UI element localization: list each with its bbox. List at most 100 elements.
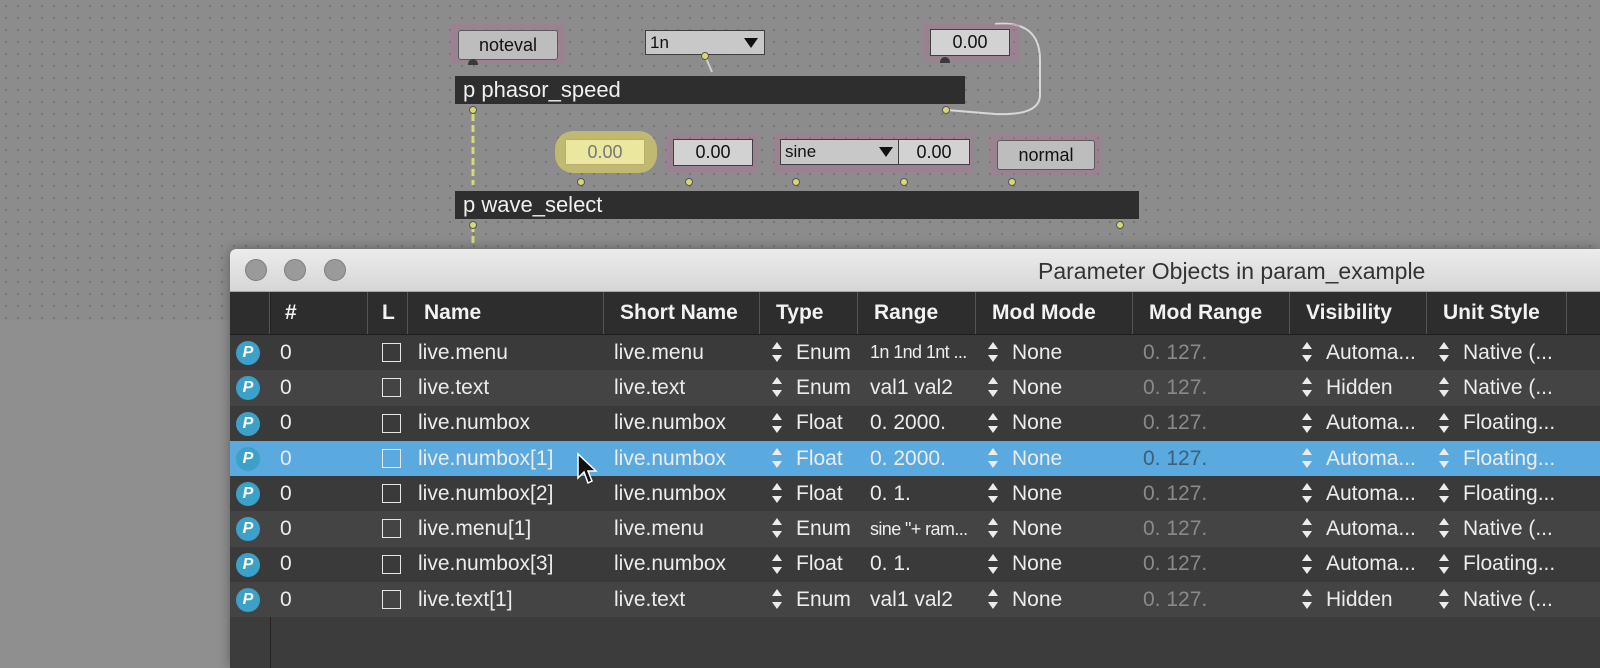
mid-outlet-dot (685, 178, 693, 186)
visibility-stepper-icon[interactable] (1302, 447, 1312, 469)
top-number-box[interactable]: 0.00 (930, 29, 1010, 56)
normal-outlet-dot (1008, 178, 1016, 186)
mod-mode-stepper-icon[interactable] (988, 376, 998, 398)
visibility-stepper-icon[interactable] (1302, 341, 1312, 363)
mod-mode-stepper-icon[interactable] (988, 482, 998, 504)
mod-mode-stepper-icon[interactable] (988, 588, 998, 610)
col-header-mod-range[interactable]: Mod Range (1133, 292, 1290, 334)
phasor-speed-subpatch[interactable]: p phasor_speed (455, 76, 965, 104)
yellow-number-box[interactable]: 0.00 (565, 139, 645, 165)
visibility-stepper-icon[interactable] (1302, 553, 1312, 575)
col-header-unit-style[interactable]: Unit Style (1427, 292, 1567, 334)
type-stepper-icon[interactable] (772, 412, 782, 434)
mid-number-box[interactable]: 0.00 (673, 139, 753, 166)
mod-mode-stepper-icon[interactable] (988, 447, 998, 469)
lock-checkbox[interactable] (382, 343, 401, 362)
cell-mod-mode: None (1012, 411, 1063, 435)
table-row[interactable]: P 0 live.numbox[2] live.numbox Float 0. 1. Non… (230, 476, 1600, 512)
cell-mod-range: 0. 127. (1143, 481, 1208, 505)
cell-range: 0. 1. (870, 552, 911, 576)
type-stepper-icon[interactable] (772, 376, 782, 398)
table-row[interactable]: P 0 live.menu live.menu Enum 1n 1nd 1nt ... No… (230, 335, 1600, 371)
unit-style-stepper-icon[interactable] (1439, 588, 1449, 610)
type-stepper-icon[interactable] (772, 341, 782, 363)
right-number-box[interactable]: 0.00 (898, 139, 970, 165)
cell-mod-range: 0. 127. (1143, 340, 1208, 364)
cell-name: live.numbox[1] (418, 446, 554, 470)
table-row[interactable]: P 0 live.numbox live.numbox Float 0. 2000. Non… (230, 405, 1600, 441)
cell-short-name: live.numbox (614, 411, 727, 435)
type-stepper-icon[interactable] (772, 553, 782, 575)
unit-style-stepper-icon[interactable] (1439, 553, 1449, 575)
col-header-icon[interactable] (230, 292, 270, 334)
col-header-mod-mode[interactable]: Mod Mode (976, 292, 1133, 334)
parameter-icon: P (236, 376, 260, 401)
table-row[interactable]: P 0 live.menu[1] live.menu Enum sine "+ ram..… (230, 511, 1600, 547)
wave-select-subpatch[interactable]: p wave_select (455, 191, 1139, 219)
cell-short-name: live.numbox (614, 481, 727, 505)
col-header-short-name[interactable]: Short Name (604, 292, 760, 334)
lock-checkbox[interactable] (382, 590, 401, 610)
table-row[interactable]: P 0 live.numbox[3] live.numbox Float 0. 1. Non… (230, 546, 1600, 583)
visibility-stepper-icon[interactable] (1302, 482, 1312, 504)
mouse-pointer-icon (577, 452, 598, 485)
cell-type: Float (796, 411, 843, 435)
col-header-name[interactable]: Name (408, 292, 604, 334)
mod-mode-stepper-icon[interactable] (988, 341, 998, 363)
cell-range: 0. 2000. (870, 411, 946, 435)
lock-checkbox[interactable] (382, 554, 401, 574)
cell-number: 0 (280, 375, 292, 399)
col-header-type[interactable]: Type (760, 292, 858, 334)
waveform-menu[interactable]: sine (780, 139, 900, 165)
cell-name: live.menu (418, 340, 508, 364)
visibility-stepper-icon[interactable] (1302, 517, 1312, 539)
lock-checkbox[interactable] (382, 448, 401, 468)
unit-style-stepper-icon[interactable] (1439, 376, 1449, 398)
col-header-lock[interactable]: L (368, 292, 408, 334)
col-header-range[interactable]: Range (858, 292, 976, 334)
col-header-visibility[interactable]: Visibility (1290, 292, 1427, 334)
noteval-message[interactable]: noteval (458, 30, 558, 60)
cell-type: Enum (796, 340, 851, 364)
cell-range: sine "+ ram... (870, 518, 968, 539)
unit-style-stepper-icon[interactable] (1439, 482, 1449, 504)
zoom-window-button[interactable] (324, 259, 346, 281)
table-row[interactable]: P 0 live.text live.text Enum val1 val2 None 0. … (230, 370, 1600, 406)
cell-number: 0 (280, 552, 292, 576)
table-row[interactable]: P 0 live.numbox[1] live.numbox Float 0. 2000.… (230, 440, 1600, 477)
noteval-outlet (468, 59, 478, 65)
mod-mode-stepper-icon[interactable] (988, 412, 998, 434)
visibility-stepper-icon[interactable] (1302, 588, 1312, 610)
unit-style-stepper-icon[interactable] (1439, 341, 1449, 363)
unit-style-stepper-icon[interactable] (1439, 412, 1449, 434)
lock-checkbox[interactable] (382, 484, 401, 504)
wave-select-right-outlet-dot (1116, 221, 1124, 229)
cell-visibility: Automa... (1326, 481, 1416, 505)
table-row[interactable]: P 0 live.text[1] live.text Enum val1 val2 None… (230, 582, 1600, 618)
cell-mod-range: 0. 127. (1143, 552, 1208, 576)
cell-unit-style: Native (... (1463, 587, 1553, 611)
type-stepper-icon[interactable] (772, 447, 782, 469)
lock-checkbox[interactable] (382, 378, 401, 398)
close-window-button[interactable] (245, 259, 267, 281)
lock-checkbox[interactable] (382, 519, 401, 539)
parameter-objects-window[interactable]: Parameter Objects in param_example # L N… (230, 249, 1600, 668)
unit-style-stepper-icon[interactable] (1439, 447, 1449, 469)
type-stepper-icon[interactable] (772, 588, 782, 610)
lock-checkbox[interactable] (382, 413, 401, 433)
cell-type: Enum (796, 587, 851, 611)
minimize-window-button[interactable] (284, 259, 306, 281)
menu-outlet-dot (701, 52, 709, 60)
col-header-extra[interactable] (1567, 292, 1600, 334)
type-stepper-icon[interactable] (772, 517, 782, 539)
normal-message[interactable]: normal (997, 140, 1095, 170)
mod-mode-stepper-icon[interactable] (988, 553, 998, 575)
cell-mod-range: 0. 127. (1143, 375, 1208, 399)
col-header-number[interactable]: # (270, 292, 368, 334)
type-stepper-icon[interactable] (772, 482, 782, 504)
window-titlebar[interactable]: Parameter Objects in param_example (230, 249, 1600, 292)
visibility-stepper-icon[interactable] (1302, 376, 1312, 398)
unit-style-stepper-icon[interactable] (1439, 517, 1449, 539)
mod-mode-stepper-icon[interactable] (988, 517, 998, 539)
visibility-stepper-icon[interactable] (1302, 412, 1312, 434)
